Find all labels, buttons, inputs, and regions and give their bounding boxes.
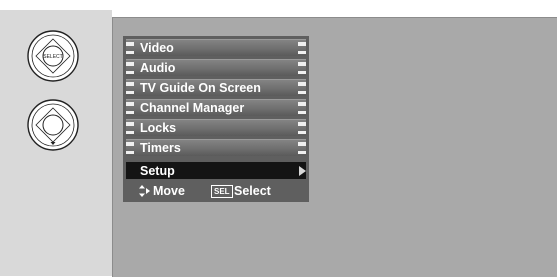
menu-item-tv-guide[interactable]: TV Guide On Screen [126, 79, 306, 96]
item-edge-right-bottom [298, 91, 306, 94]
menu-item-label: TV Guide On Screen [140, 81, 261, 95]
menu-item-timers[interactable]: Timers [126, 139, 306, 156]
main-menu: Video Audio TV Guide On Screen Channel M… [123, 36, 309, 202]
item-edge-right [298, 62, 306, 66]
menu-item-setup[interactable]: Setup [126, 162, 306, 179]
item-edge-left-bottom [126, 91, 134, 94]
item-edge-right [298, 82, 306, 86]
menu-item-locks[interactable]: Locks [126, 119, 306, 136]
item-edge-left [126, 82, 134, 86]
item-edge-right-bottom [298, 71, 306, 74]
menu-item-video[interactable]: Video [126, 39, 306, 56]
move-arrows-icon [139, 185, 150, 197]
item-edge-right-bottom [298, 151, 306, 154]
item-edge-left-bottom [126, 71, 134, 74]
remote-down-button-icon [27, 99, 79, 151]
menu-item-label: Locks [140, 121, 177, 135]
menu-item-audio[interactable]: Audio [126, 59, 306, 76]
item-edge-right-bottom [298, 51, 306, 54]
menu-item-channel-manager[interactable]: Channel Manager [126, 99, 306, 116]
menu-item-label: Channel Manager [140, 101, 245, 115]
item-edge-left [126, 62, 134, 66]
menu-item-label: Setup [140, 164, 175, 178]
item-edge-left-bottom [126, 131, 134, 134]
item-edge-left-bottom [126, 151, 134, 154]
sel-key-icon: SEL [211, 185, 233, 198]
remote-select-button-icon: SELECT [27, 30, 79, 82]
item-edge-right [298, 142, 306, 146]
item-edge-left [126, 42, 134, 46]
item-edge-left [126, 122, 134, 126]
hint-select-label: Select [234, 184, 271, 198]
item-edge-right [298, 122, 306, 126]
item-edge-left-bottom [126, 51, 134, 54]
select-button-label: SELECT [43, 54, 62, 60]
menu-item-label: Audio [140, 61, 176, 75]
item-edge-left-bottom [126, 111, 134, 114]
item-edge-right-bottom [298, 111, 306, 114]
item-edge-right [298, 42, 306, 46]
hint-bar: Move SEL Select [126, 183, 306, 199]
hint-move-label: Move [153, 184, 185, 198]
item-edge-left [126, 142, 134, 146]
menu-item-label: Timers [140, 141, 181, 155]
submenu-arrow-icon [299, 166, 306, 176]
item-edge-right [298, 102, 306, 106]
item-edge-left [126, 102, 134, 106]
menu-item-label: Video [140, 41, 174, 55]
item-edge-right-bottom [298, 131, 306, 134]
